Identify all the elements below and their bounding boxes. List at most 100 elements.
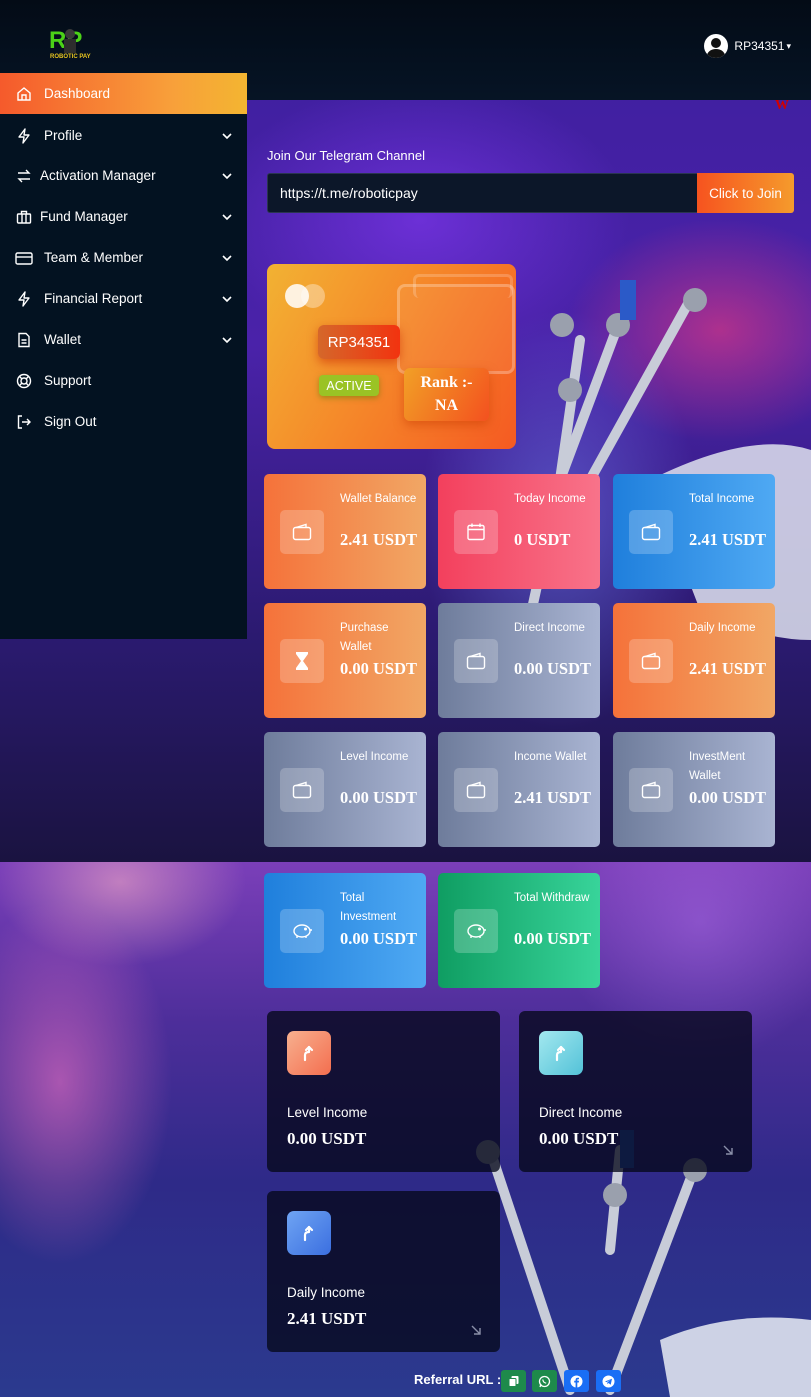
stat-value: 0.00 USDT [514, 929, 592, 948]
member-card: RP34351 ACTIVE Rank :- NA [267, 264, 516, 449]
stat-value: 0.00 USDT [689, 788, 767, 807]
sidebar-item-team-member[interactable]: Team & Member [0, 237, 247, 278]
chevron-down-icon [222, 213, 232, 220]
income-card-daily[interactable]: Daily Income 2.41 USDT [267, 1191, 500, 1352]
user-menu[interactable]: RP34351 ▾ [704, 34, 791, 58]
stat-label: Total Withdraw [514, 892, 590, 904]
sidebar-item-label: Dashboard [44, 86, 111, 101]
stat-tile-income-wallet[interactable]: Income Wallet 2.41 USDT [438, 732, 600, 847]
stat-label: Level Income [340, 751, 409, 763]
caret-down-icon: ▾ [786, 40, 791, 51]
income-card-direct[interactable]: Direct Income 0.00 USDT [519, 1011, 752, 1172]
sidebar-item-label: Team & Member [44, 250, 144, 265]
wallet-icon [280, 768, 324, 812]
stat-label: Total Income [689, 493, 755, 505]
stat-tile-total-withdraw[interactable]: Total Withdraw 0.00 USDT [438, 873, 600, 988]
stat-tile-daily-income[interactable]: Daily Income 2.41 USDT [613, 603, 775, 718]
card-icon [14, 248, 34, 268]
copy-button[interactable] [501, 1370, 526, 1392]
stat-label: Daily Income [689, 622, 756, 634]
sidebar-item-label: Sign Out [44, 414, 97, 429]
join-telegram-button[interactable]: Click to Join [697, 173, 794, 213]
sidebar-item-label: Financial Report [44, 291, 143, 306]
chevron-down-icon [222, 295, 232, 302]
stat-label: Purchase Wallet [340, 622, 389, 653]
stat-tile-wallet-balance[interactable]: Wallet Balance 2.41 USDT [264, 474, 426, 589]
telegram-url-field[interactable]: https://t.me/roboticpay [267, 173, 697, 213]
stat-value: 2.41 USDT [340, 530, 418, 549]
chevron-down-icon [222, 254, 232, 261]
chevron-down-icon [222, 336, 232, 343]
income-label: Daily Income [287, 1285, 366, 1300]
income-value: 2.41 USDT [287, 1309, 367, 1328]
sidebar-item-wallet[interactable]: Wallet [0, 319, 247, 360]
income-label: Level Income [287, 1105, 368, 1120]
income-value: 0.00 USDT [287, 1129, 367, 1148]
telegram-icon [602, 1375, 615, 1387]
stat-label: Total Investment [340, 892, 397, 923]
sidebar-item-support[interactable]: Support [0, 360, 247, 401]
stat-label: Wallet Balance [340, 493, 417, 505]
stat-value: 0.00 USDT [340, 929, 418, 948]
sidebar-item-label: Activation Manager [40, 168, 156, 183]
member-id-badge: RP34351 [318, 325, 400, 359]
stat-tile-level-income[interactable]: Level Income 0.00 USDT [264, 732, 426, 847]
wallet-decoration-icon [397, 284, 515, 374]
stat-tile-purchase-wallet[interactable]: Purchase Wallet 0.00 USDT [264, 603, 426, 718]
sidebar-item-sign-out[interactable]: Sign Out [0, 401, 247, 442]
piggy-bank-icon [280, 909, 324, 953]
sidebar-item-financial-report[interactable]: Financial Report [0, 278, 247, 319]
stat-label: Income Wallet [514, 751, 587, 763]
stat-tile-investment-wallet[interactable]: InvestMent Wallet 0.00 USDT [613, 732, 775, 847]
wallet-icon [629, 639, 673, 683]
sidebar-item-label: Profile [44, 128, 83, 143]
hourglass-icon [280, 639, 324, 683]
rank-label: Rank :- [420, 374, 473, 392]
facebook-share-button[interactable] [564, 1370, 589, 1392]
telegram-label: Join Our Telegram Channel [267, 148, 426, 163]
stat-tile-today-income[interactable]: Today Income 0 USDT [438, 474, 600, 589]
whatsapp-share-button[interactable] [532, 1370, 557, 1392]
sidebar-item-fund-manager[interactable]: Fund Manager [0, 196, 247, 237]
sign-out-icon [14, 412, 34, 432]
arrows-exchange-icon [14, 166, 34, 186]
sidebar-item-label: Fund Manager [40, 209, 128, 224]
piggy-bank-icon [454, 909, 498, 953]
sidebar-item-profile[interactable]: Profile [0, 115, 247, 156]
avatar [704, 34, 729, 58]
stat-tile-direct-income[interactable]: Direct Income 0.00 USDT [438, 603, 600, 718]
stat-value: 2.41 USDT [689, 530, 767, 549]
wallet-icon [629, 768, 673, 812]
telegram-share-button[interactable] [596, 1370, 621, 1392]
sidebar-item-label: Support [44, 373, 92, 388]
stat-value: 2.41 USDT [514, 788, 592, 807]
calendar-icon [454, 510, 498, 554]
income-card-level[interactable]: Level Income 0.00 USDT [267, 1011, 500, 1172]
user-id: RP34351 [734, 39, 785, 53]
stat-value: 0.00 USDT [340, 659, 418, 678]
card-chip-icon [285, 284, 325, 308]
sidebar-item-dashboard[interactable]: Dashboard [0, 73, 247, 114]
turn-up-arrow-icon [539, 1031, 583, 1075]
rank-badge: Rank :- NA [404, 368, 489, 421]
turn-up-arrow-icon [287, 1211, 331, 1255]
lifebuoy-icon [14, 371, 34, 391]
stat-tile-total-income[interactable]: Total Income 2.41 USDT [613, 474, 775, 589]
arrow-down-right-icon [723, 1145, 733, 1155]
logo[interactable]: RP ROBOTIC PAY [48, 26, 104, 60]
logo-subtext: ROBOTIC PAY [50, 54, 91, 60]
income-value: 0.00 USDT [539, 1129, 619, 1148]
bolt-icon [14, 126, 34, 146]
document-icon [14, 330, 34, 350]
income-label: Direct Income [539, 1105, 623, 1120]
stat-value: 2.41 USDT [689, 659, 767, 678]
sidebar-item-activation-manager[interactable]: Activation Manager [0, 155, 247, 196]
home-icon [14, 84, 34, 104]
sidebar: Dashboard Profile Activation Manager Fun… [0, 73, 247, 639]
turn-up-arrow-icon [287, 1031, 331, 1075]
wallet-icon [280, 510, 324, 554]
stat-value: 0 USDT [514, 530, 571, 549]
stat-tile-total-investment[interactable]: Total Investment 0.00 USDT [264, 873, 426, 988]
wallet-icon [629, 510, 673, 554]
wallet-icon [454, 768, 498, 812]
